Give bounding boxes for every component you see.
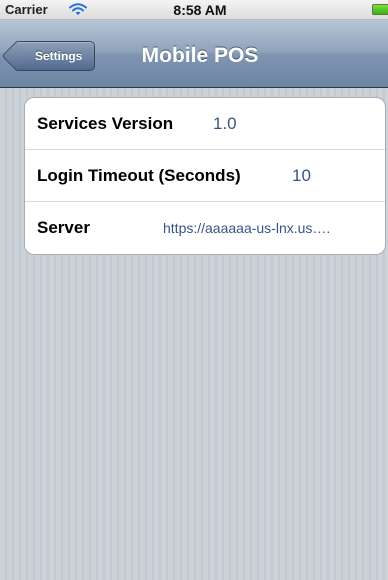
login-timeout-value: 10 [292,166,311,185]
status-bar: Carrier 8:58 AM [0,0,388,20]
services-version-row[interactable]: Services Version 1.0 [25,98,385,150]
login-timeout-row[interactable]: Login Timeout (Seconds) 10 [25,150,385,202]
settings-group: Services Version 1.0 Login Timeout (Seco… [24,97,386,255]
server-row[interactable]: Server https://aaaaaa-us-lnx.us…. [25,202,385,254]
login-timeout-label: Login Timeout (Seconds) [37,166,241,185]
services-version-label: Services Version [37,114,174,133]
device-screen: Carrier 8:58 AM Settings Mobile POS Serv… [0,0,388,580]
services-version-value: 1.0 [213,114,237,133]
status-time: 8:58 AM [173,2,227,18]
back-button-label: Settings [35,49,83,63]
server-value: https://aaaaaa-us-lnx.us…. [163,220,331,236]
server-label: Server [37,218,90,237]
settings-table[interactable]: Services Version 1.0 Login Timeout (Seco… [0,88,388,580]
navigation-bar: Settings Mobile POS [0,20,388,88]
battery-icon [372,4,388,15]
